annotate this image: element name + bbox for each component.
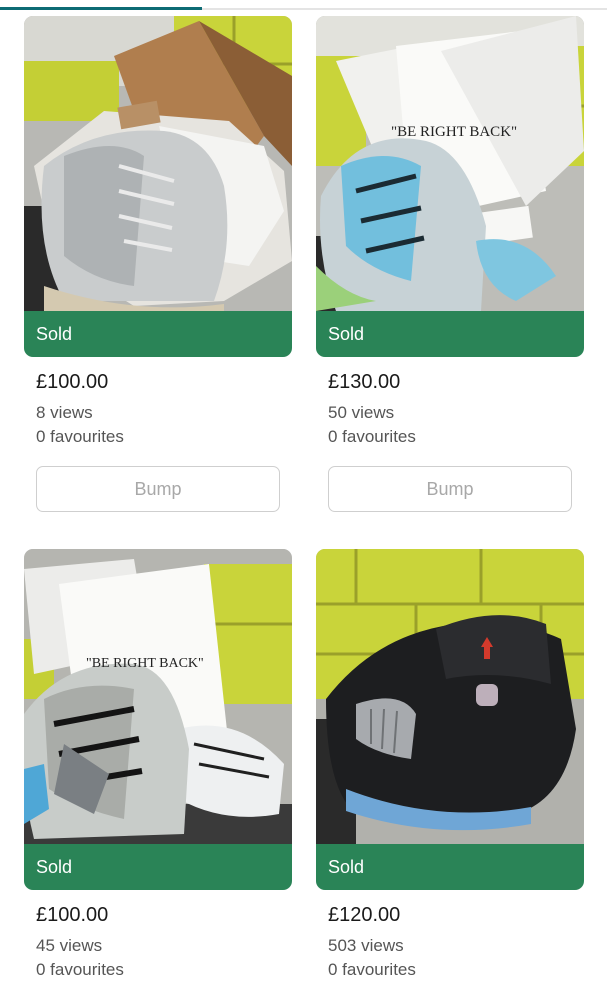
listing-favourites: 0 favourites — [36, 427, 124, 446]
box-print-text: "BE RIGHT BACK" — [86, 656, 204, 671]
listing-favourites: 0 favourites — [328, 427, 416, 446]
listing-price: £100.00 — [36, 904, 109, 926]
listing-views: 8 views — [36, 403, 93, 422]
listing-favourites: 0 favourites — [36, 960, 124, 979]
sold-badge: Sold — [24, 844, 292, 890]
bump-button[interactable]: Bump — [328, 466, 572, 512]
sold-badge: Sold — [24, 311, 292, 357]
listing-photo[interactable] — [24, 16, 292, 311]
listing-price: £100.00 — [36, 371, 109, 393]
listing-price: £130.00 — [328, 371, 401, 393]
listing-views: 50 views — [328, 403, 395, 422]
listing-views: 45 views — [36, 936, 103, 955]
listing-favourites: 0 favourites — [328, 960, 416, 979]
listing-card[interactable]: Sold £120.00 503 views 0 favourites — [316, 549, 584, 982]
sneaker-photo-icon: "BE RIGHT BACK" — [316, 16, 584, 311]
active-tab-indicator — [0, 7, 202, 10]
listing-photo[interactable]: "BE RIGHT BACK" — [24, 549, 292, 844]
box-print-text: "BE RIGHT BACK" — [391, 124, 517, 140]
sneaker-photo-icon: "BE RIGHT BACK" — [24, 549, 292, 844]
sneaker-photo-icon — [316, 549, 584, 844]
bump-button[interactable]: Bump — [36, 466, 280, 512]
listing-photo[interactable]: "BE RIGHT BACK" — [316, 16, 584, 311]
listing-card[interactable]: "BE RIGHT BACK" Sold £130.00 50 views 0 … — [316, 16, 584, 512]
listing-card[interactable]: "BE RIGHT BACK" Sold £100.00 45 views 0 … — [24, 549, 292, 982]
listing-photo[interactable] — [316, 549, 584, 844]
sold-badge: Sold — [316, 844, 584, 890]
listing-card[interactable]: Sold £100.00 8 views 0 favourites Bump — [24, 16, 292, 512]
sneaker-photo-icon — [24, 16, 292, 311]
listing-price: £120.00 — [328, 904, 401, 926]
sold-badge: Sold — [316, 311, 584, 357]
listing-views: 503 views — [328, 936, 404, 955]
